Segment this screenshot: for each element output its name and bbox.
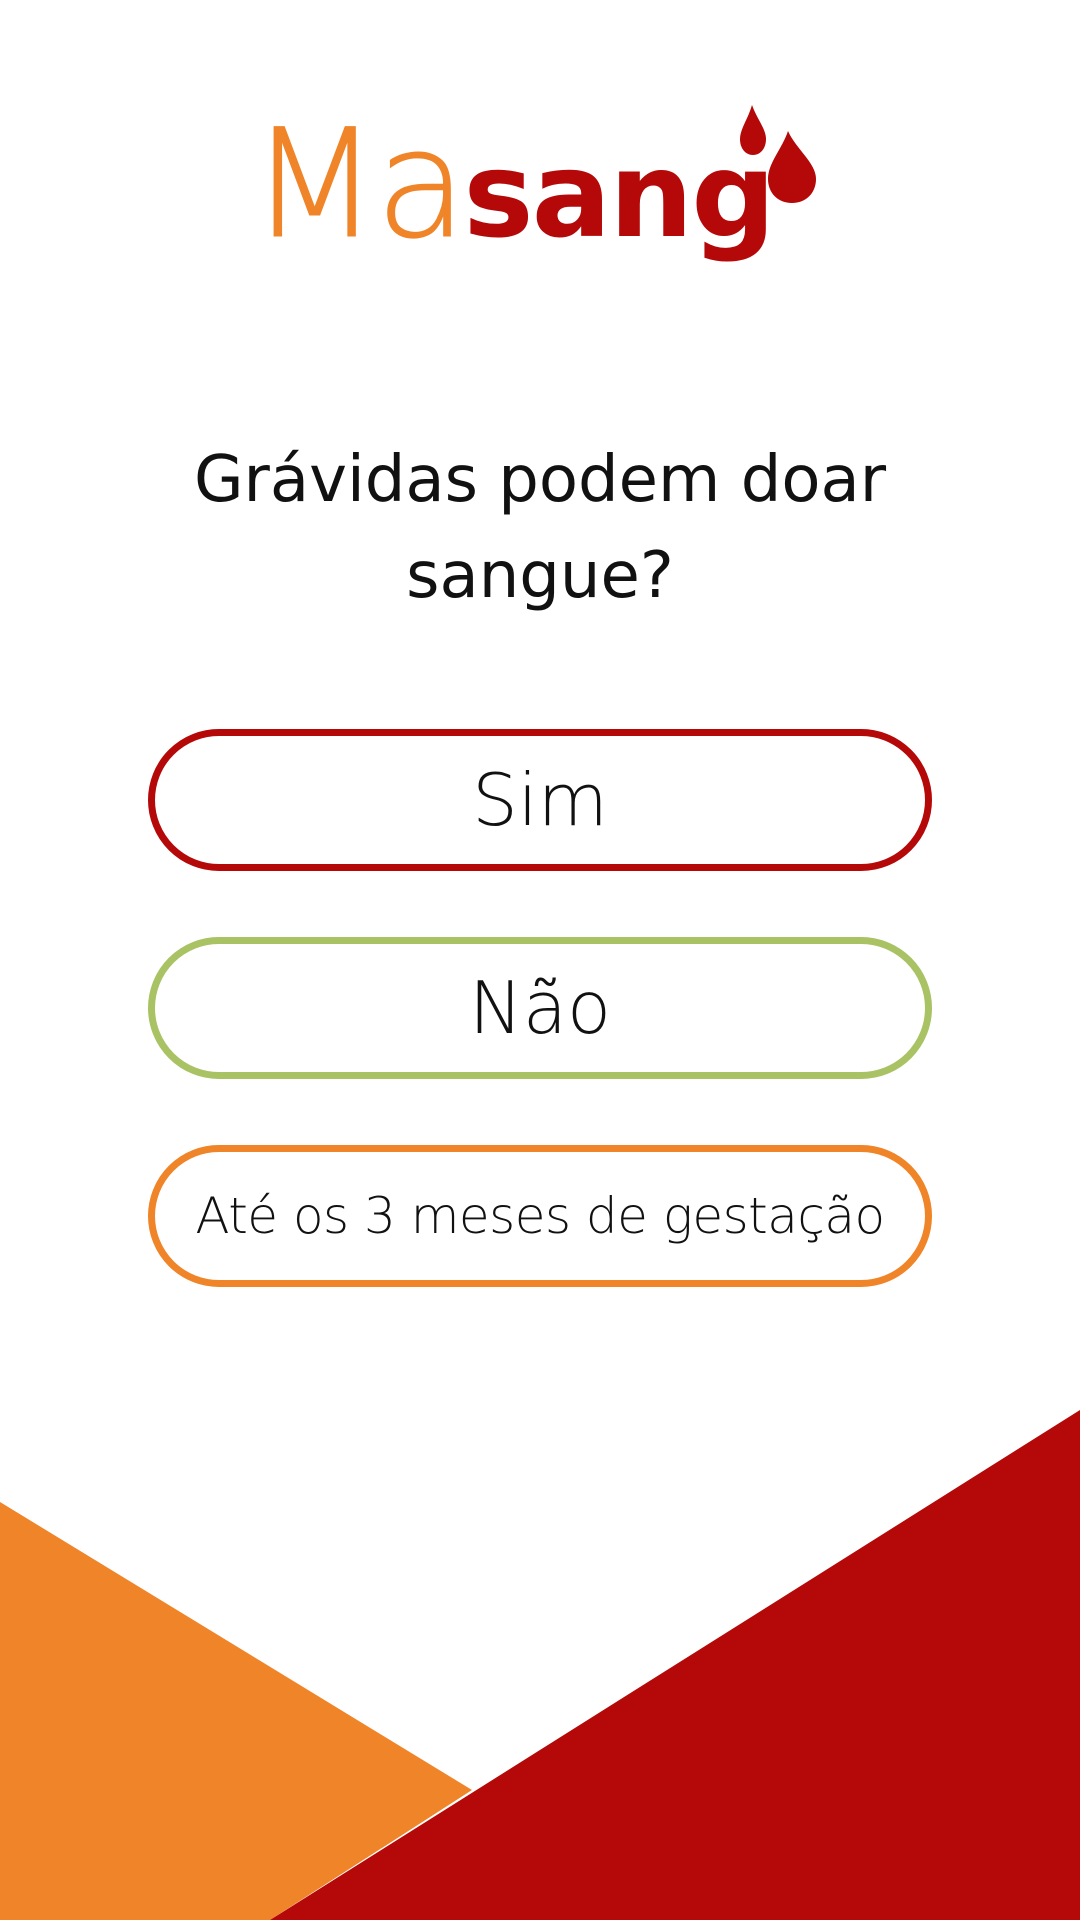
red-triangle: [270, 1410, 1080, 1920]
quiz-screen: Ma sang Grávidas podem doar sangue? Sim N…: [0, 0, 1080, 1920]
answer-button-nao[interactable]: Não: [148, 937, 932, 1079]
orange-triangle: [0, 1502, 472, 1920]
logo-wordmark: Ma sang: [249, 95, 775, 275]
blood-drops-icon: [740, 105, 816, 203]
answer-button-sim[interactable]: Sim: [148, 729, 932, 871]
logo-text-ma: Ma: [249, 98, 467, 273]
logo-text-sang: sang: [463, 126, 775, 264]
question-text: Grávidas podem doar sangue?: [193, 443, 887, 613]
masang-logo: Ma sang: [249, 95, 830, 275]
answer-button-ate-3-meses[interactable]: Até os 3 meses de gestação: [148, 1145, 932, 1287]
